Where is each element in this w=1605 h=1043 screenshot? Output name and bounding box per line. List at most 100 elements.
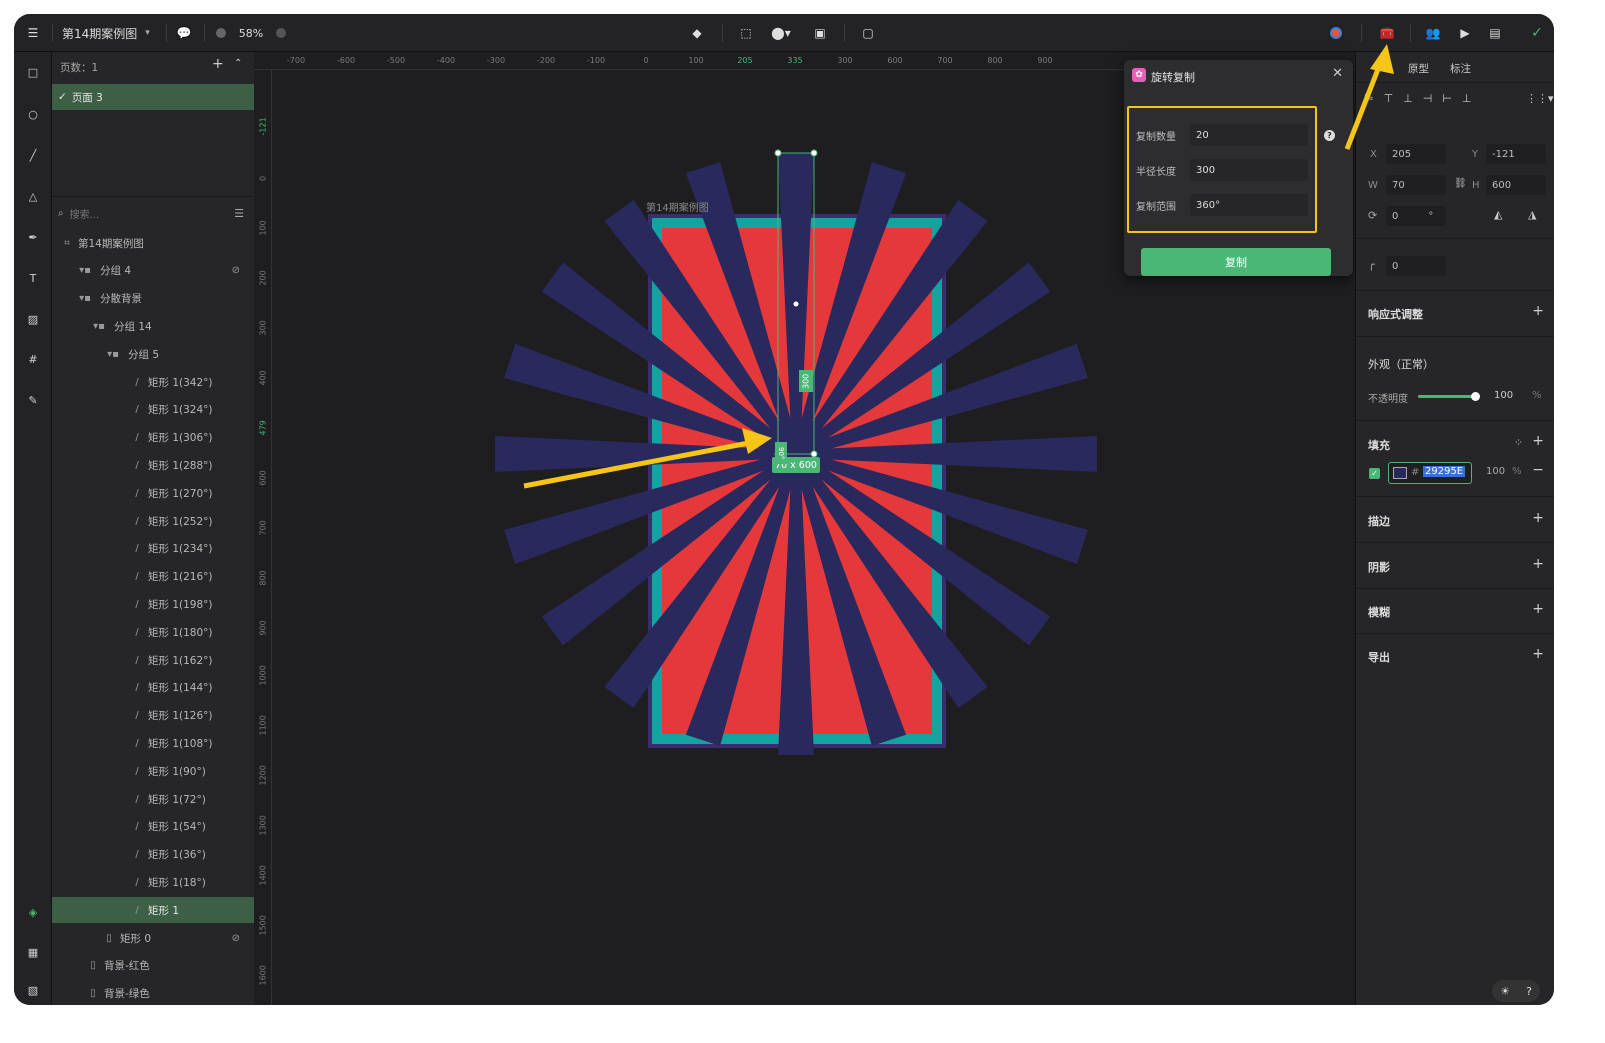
layer-search-box[interactable]: ⌕ 搜索... ☰ (58, 202, 248, 224)
component-icon[interactable]: ◆ (686, 14, 708, 52)
layer-row[interactable]: / 矩形 1(126°) (52, 703, 254, 729)
layer-row[interactable]: ▾▪ 分组 14 (52, 313, 254, 339)
plugin-avatar-icon[interactable] (1325, 14, 1347, 52)
fill-hex-input[interactable]: 29295E (1423, 466, 1466, 477)
fill-opacity-input[interactable]: 100 (1486, 466, 1505, 477)
flip-horizontal-icon[interactable]: ◭ (1494, 208, 1502, 221)
lock-ratio-icon[interactable]: ⛓ (1454, 178, 1467, 189)
crop-icon[interactable]: ⬚ (736, 14, 756, 52)
collapse-icon[interactable]: ⌃ (234, 58, 242, 69)
layer-row[interactable]: ▯ 背景-绿色 (52, 981, 254, 1005)
comment-icon[interactable]: 💬 (172, 14, 196, 52)
layer-row[interactable]: / 矩形 1(216°) (52, 564, 254, 590)
layer-row[interactable]: / 矩形 1(18°) (52, 869, 254, 895)
layer-row[interactable]: / 矩形 1(324°) (52, 397, 254, 423)
layer-row[interactable]: / 矩形 1(252°) (52, 508, 254, 534)
layer-row[interactable]: / 矩形 1(162°) (52, 647, 254, 673)
opacity-slider[interactable] (1418, 392, 1480, 401)
opacity-slider-knob[interactable] (1471, 392, 1480, 401)
assets-icon[interactable]: ▦ (23, 942, 43, 962)
brush-tool-icon[interactable]: ✎ (23, 390, 43, 410)
y-input[interactable]: -121 (1486, 144, 1546, 164)
text-tool-icon[interactable]: T (23, 268, 43, 288)
add-fill-icon[interactable]: + (1532, 433, 1544, 449)
toolbox-icon[interactable]: 🧰 (1376, 14, 1398, 52)
layer-row[interactable]: / 矩形 1 (52, 897, 254, 924)
add-stroke-icon[interactable]: + (1532, 510, 1544, 526)
hidden-eye-icon[interactable]: ⊘ (232, 265, 240, 276)
layer-row[interactable]: / 矩形 1(342°) (52, 369, 254, 395)
frame-tool-icon[interactable]: # (23, 349, 43, 369)
layer-row[interactable]: ▾▪ 分散背景 (52, 286, 254, 312)
layer-row[interactable]: / 矩形 1(36°) (52, 842, 254, 868)
close-icon[interactable]: ✕ (1332, 66, 1343, 81)
align-icons[interactable]: ⊨⊤⊥⊣⊢⊥ (1364, 92, 1482, 105)
layer-row[interactable]: / 矩形 1(288°) (52, 452, 254, 478)
info-icon[interactable] (272, 14, 290, 52)
line-tool-icon[interactable]: ╱ (23, 145, 43, 165)
fill-checkbox[interactable]: ✓ (1369, 468, 1380, 479)
layer-row[interactable]: ▯ 背景-红色 (52, 953, 254, 979)
flip-vertical-icon[interactable]: ◮ (1528, 208, 1536, 221)
h-input[interactable]: 600 (1486, 175, 1546, 195)
add-export-icon[interactable]: + (1532, 646, 1544, 662)
range-input[interactable]: 360° (1190, 194, 1308, 216)
mask-icon[interactable]: ▣ (810, 14, 830, 52)
w-input[interactable]: 70 (1386, 175, 1446, 195)
layers-icon[interactable]: ◈ (23, 902, 43, 922)
ellipse-tool-icon[interactable]: ○ (23, 104, 43, 124)
layout-icon[interactable]: ▤ (1484, 14, 1506, 52)
corner-radius-input[interactable]: 0 (1386, 256, 1446, 276)
layer-row[interactable]: ▾▪ 分组 5 (52, 341, 254, 367)
pen-tool-icon[interactable]: ✒ (23, 227, 43, 247)
help-icon[interactable]: ? (1324, 130, 1335, 141)
layer-row[interactable]: / 矩形 1(180°) (52, 619, 254, 645)
rectangle-tool-icon[interactable]: □ (23, 62, 43, 82)
x-input[interactable]: 205 (1386, 144, 1446, 164)
remove-fill-icon[interactable]: − (1532, 462, 1544, 478)
search-input[interactable]: 搜索... (70, 206, 100, 221)
boolean-icon[interactable]: ⬤▾ (766, 14, 796, 52)
fill-color-field[interactable]: # 29295E (1388, 462, 1472, 484)
radius-input[interactable]: 300 (1190, 159, 1308, 181)
page-item[interactable]: ✓ 页面 3 (52, 84, 254, 110)
add-shadow-icon[interactable]: + (1532, 556, 1544, 572)
fill-style-icon[interactable]: ⁘ (1514, 436, 1523, 449)
history-icon[interactable]: ▧ (23, 980, 43, 1000)
opacity-input[interactable]: 100 (1494, 390, 1513, 401)
layer-row[interactable]: / 矩形 1(144°) (52, 675, 254, 701)
help-circle-icon[interactable]: ? (1526, 985, 1532, 998)
sun-icon[interactable]: ☀ (1500, 985, 1510, 998)
fill-swatch[interactable] (1393, 467, 1407, 479)
count-input[interactable]: 20 (1190, 124, 1308, 146)
tab-prototype[interactable]: 原型 (1408, 61, 1429, 76)
layer-row[interactable]: ▾▪ 分组 4 ⊘ (52, 258, 254, 284)
layer-row[interactable]: / 矩形 1(198°) (52, 591, 254, 617)
appearance-dropdown[interactable]: 外观（正常） (1368, 356, 1434, 372)
distribute-icon[interactable]: ⋮⋮▾ (1526, 92, 1554, 105)
share-user-icon[interactable]: 👥 (1422, 14, 1444, 52)
zoom-level[interactable]: 58% (236, 14, 266, 52)
triangle-tool-icon[interactable]: △ (23, 186, 43, 206)
copy-button[interactable]: 复制 (1141, 248, 1331, 276)
artboard-label[interactable]: 第14期案例图 (646, 199, 709, 214)
layer-row[interactable]: / 矩形 1(234°) (52, 536, 254, 562)
layer-row[interactable]: / 矩形 1(108°) (52, 730, 254, 756)
add-responsive-icon[interactable]: + (1532, 303, 1544, 319)
add-blur-icon[interactable]: + (1532, 601, 1544, 617)
rotation-input[interactable]: 0 ° (1386, 206, 1446, 226)
menu-icon[interactable]: ☰ (22, 14, 44, 52)
layer-row[interactable]: / 矩形 1(72°) (52, 786, 254, 812)
layer-row[interactable]: ▯ 矩形 0 ⊘ (52, 925, 254, 951)
frame-toggle-icon[interactable]: ▢ (858, 14, 878, 52)
tab-annotate[interactable]: 标注 (1450, 61, 1471, 76)
hidden-eye-icon[interactable]: ⊘ (232, 933, 240, 944)
layer-row[interactable]: / 矩形 1(306°) (52, 425, 254, 451)
file-name-dropdown[interactable]: 第14期案例图 ▾ (62, 14, 158, 52)
layer-row[interactable]: / 矩形 1(90°) (52, 758, 254, 784)
add-page-icon[interactable]: + (212, 56, 224, 72)
filter-icon[interactable]: ☰ (234, 207, 244, 220)
layer-row[interactable]: ⌗ 第14期案例图 (52, 230, 254, 256)
layer-row[interactable]: / 矩形 1(54°) (52, 814, 254, 840)
image-tool-icon[interactable]: ▨ (23, 309, 43, 329)
